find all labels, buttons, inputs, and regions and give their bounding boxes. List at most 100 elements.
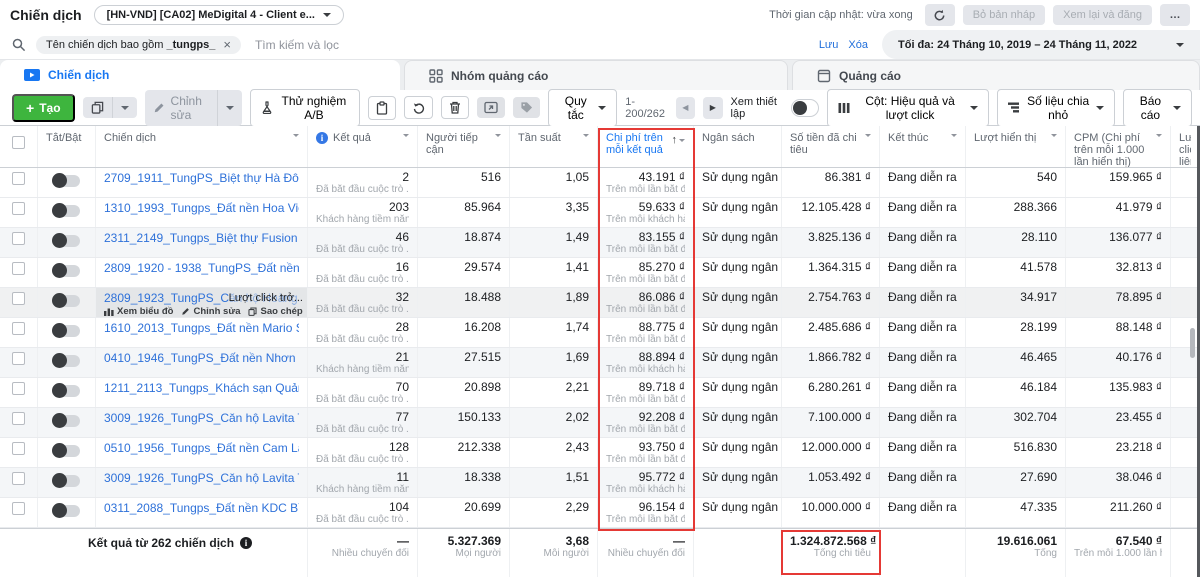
action-edit[interactable]: Chỉnh sửa — [181, 306, 240, 317]
breakdown-button[interactable]: Số liệu chia nhỏ — [997, 89, 1114, 127]
ad-account-selector[interactable]: [HN-VND] [CA02] MeDigital 4 - Client e..… — [94, 5, 344, 25]
row-checkbox[interactable] — [12, 472, 25, 485]
chevron-down-icon — [1051, 134, 1057, 137]
result-cell: 70Đã bắt đầu cuộc trò ... — [308, 378, 418, 407]
column-header-end[interactable]: Kết thúc — [880, 126, 966, 167]
column-header-spent[interactable]: Số tiền đã chi tiêu — [782, 126, 880, 167]
tab-ad-sets[interactable]: Nhóm quảng cáo — [404, 60, 788, 90]
campaign-name-link[interactable]: 1610_2013_Tungps_Đất nền Mario Starlight… — [104, 321, 299, 335]
row-select-cell — [0, 168, 38, 197]
row-checkbox[interactable] — [12, 292, 25, 305]
undo-button[interactable] — [404, 96, 433, 119]
vertical-scrollbar-thumb[interactable] — [1190, 328, 1195, 358]
row-checkbox[interactable] — [12, 232, 25, 245]
remove-filter-icon[interactable]: × — [223, 40, 231, 50]
row-checkbox[interactable] — [12, 382, 25, 395]
view-setup-toggle[interactable] — [791, 99, 819, 117]
delete-button[interactable] — [441, 96, 469, 119]
campaign-toggle[interactable] — [52, 295, 80, 307]
campaign-toggle[interactable] — [52, 385, 80, 397]
campaign-toggle[interactable] — [52, 505, 80, 517]
row-checkbox[interactable] — [12, 442, 25, 455]
select-all-checkbox[interactable] — [12, 136, 25, 149]
row-toggle-cell — [38, 258, 96, 287]
campaign-name-link[interactable]: 2809_1920 - 1938_TungPS_Đất nền Lagi new… — [104, 261, 299, 275]
filter-chip[interactable]: Tên chiến dịch bao gồm _tungps_ × — [36, 36, 241, 54]
action-duplicate[interactable]: Sao chép — [248, 306, 302, 317]
column-header-frequency[interactable]: Tần suất — [510, 126, 598, 167]
rules-button[interactable]: Quy tắc — [548, 89, 617, 127]
column-header-name[interactable]: Chiến dịch — [96, 126, 308, 167]
edit-button[interactable]: Chỉnh sửa — [145, 90, 218, 126]
column-header-result[interactable]: iKết quả — [308, 126, 418, 167]
row-checkbox[interactable] — [12, 262, 25, 275]
campaign-toggle[interactable] — [52, 355, 80, 367]
clipboard-button[interactable] — [368, 96, 396, 120]
frequency-value: 2,21 — [518, 381, 589, 394]
campaign-name-link[interactable]: 1310_1993_Tungps_Đất nền Hoa Viên An Lạ.… — [104, 201, 299, 215]
campaign-name-link[interactable]: 2709_1911_TungPS_Biệt thự Hà Đô charm_T.… — [104, 171, 299, 185]
view-setup-label: Xem thiết lập — [731, 96, 783, 120]
next-page-button[interactable]: ▶ — [703, 97, 723, 119]
tag-button[interactable] — [513, 97, 540, 118]
action-view-charts[interactable]: Xem biểu đồ — [104, 306, 173, 317]
campaign-toggle[interactable] — [52, 415, 80, 427]
footer-label-cell: Kết quả từ 262 chiến dịchi — [0, 529, 308, 577]
impressions-value: 46.465 — [974, 351, 1057, 364]
save-filter-link[interactable]: Lưu — [819, 39, 839, 51]
review-publish-button[interactable]: Xem lại và đăng — [1053, 5, 1152, 25]
campaign-toggle[interactable] — [52, 235, 80, 247]
sort-controls — [495, 132, 501, 137]
refresh-button[interactable] — [925, 4, 955, 26]
campaign-name-link[interactable]: 2311_2149_Tungps_Biệt thự Fusion Maya Qu… — [104, 231, 299, 245]
columns-button[interactable]: Cột: Hiệu quả và lượt click — [827, 89, 990, 127]
preview-button[interactable] — [477, 97, 505, 118]
prev-page-button[interactable]: ◀ — [676, 97, 696, 119]
frequency-value: 3,35 — [518, 201, 589, 214]
campaign-name-link[interactable]: 3009_1926_TungPS_Căn hộ Lavita Thuận An.… — [104, 411, 299, 425]
row-checkbox[interactable] — [12, 202, 25, 215]
tab-ads[interactable]: Quảng cáo — [792, 60, 1200, 90]
clear-filter-link[interactable]: Xóa — [848, 39, 868, 51]
campaign-name-link[interactable]: 0311_2088_Tungps_Đất nền KDC Bình Dươn..… — [104, 501, 299, 515]
search-input[interactable]: Tìm kiếm và lọc — [255, 38, 339, 52]
more-options-button[interactable]: … — [1160, 4, 1190, 26]
campaign-toggle[interactable] — [52, 475, 80, 487]
duplicate-button[interactable] — [83, 97, 113, 118]
campaign-toggle[interactable] — [52, 175, 80, 187]
tab-campaigns[interactable]: Chiến dịch — [0, 60, 400, 90]
campaign-toggle[interactable] — [52, 205, 80, 217]
campaign-toggle[interactable] — [52, 265, 80, 277]
campaign-name-link[interactable]: 0510_1956_Tungps_Đất nền Cam Lâm_Hien... — [104, 441, 299, 455]
reach-value: 16.208 — [426, 321, 501, 334]
campaign-name-link[interactable]: 3009_1926_TungPS_Căn hộ Lavita Thuận An.… — [104, 471, 299, 485]
column-header-cpm[interactable]: CPM (Chi phí trên mỗi 1.000 lần hiển thị… — [1066, 126, 1171, 167]
ab-test-button[interactable]: Thử nghiệm A/B — [250, 89, 361, 127]
impressions-value: 28.110 — [974, 231, 1057, 244]
sort-controls — [865, 132, 871, 137]
campaign-toggle[interactable] — [52, 445, 80, 457]
report-button[interactable]: Báo cáo — [1123, 89, 1192, 127]
end-cell: Đang diễn ra — [880, 198, 966, 227]
row-checkbox[interactable] — [12, 502, 25, 515]
duplicate-dropdown[interactable] — [113, 97, 137, 118]
edit-dropdown[interactable] — [218, 90, 242, 126]
row-checkbox[interactable] — [12, 352, 25, 365]
date-range-selector[interactable]: Tối đa: 24 Tháng 10, 2019 – 24 Tháng 11,… — [882, 30, 1200, 59]
row-checkbox[interactable] — [12, 412, 25, 425]
campaign-name-link[interactable]: 1211_2113_Tungps_Khách sạn Quảng Ninh_..… — [104, 381, 299, 395]
campaign-name-link[interactable]: 0410_1946_TungPS_Đất nền Nhơn Hội_Huon..… — [104, 351, 299, 365]
row-checkbox[interactable] — [12, 322, 25, 335]
campaign-toggle[interactable] — [52, 325, 80, 337]
budget-value: Sử dụng ngân s... — [702, 201, 773, 214]
result-value: 32 — [316, 291, 409, 304]
column-header-reach[interactable]: Người tiếp cận — [418, 126, 510, 167]
column-header-impressions[interactable]: Lượt hiển thị — [966, 126, 1066, 167]
footer-reach-sub: Mọi người — [426, 548, 501, 559]
create-button[interactable]: + Tạo — [12, 94, 75, 122]
discard-draft-button[interactable]: Bỏ bản nháp — [963, 5, 1045, 25]
frequency-cell: 1,89 — [510, 288, 598, 317]
cpm-cell: 136.077 ₫ — [1066, 228, 1171, 257]
column-header-cost[interactable]: Chi phí trên mỗi kết quả↑ — [598, 126, 694, 167]
row-checkbox[interactable] — [12, 172, 25, 185]
